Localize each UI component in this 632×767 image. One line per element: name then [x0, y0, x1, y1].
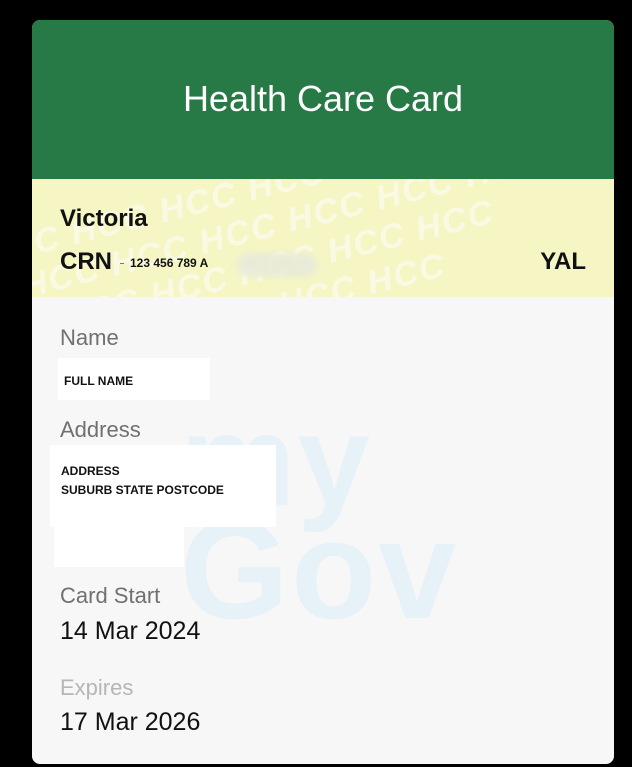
crn-band: HCC HCC HCC HCC HCC HCC HCC HCC HCC HCC … — [32, 179, 614, 297]
card-header: Health Care Card — [32, 20, 614, 179]
state-name: Victoria — [60, 205, 148, 232]
card-code: YAL — [540, 248, 586, 275]
hcc-watermark-pattern: HCC HCC HCC HCC HCC HCC HCC HCC HCC HCC … — [32, 179, 614, 297]
name-label: Name — [60, 325, 119, 350]
crn-label: CRN — [60, 248, 112, 275]
crn-value: 123 456 789 A — [130, 256, 209, 270]
redaction-smudge — [237, 253, 317, 277]
hcc-watermark-row: HCC HCC HCC HCC HCC HCC HCC — [32, 192, 499, 297]
card-start-value: 14 Mar 2024 — [60, 617, 201, 645]
hcc-watermark-row: HCC HCC HCC HCC HCC HCC HCC — [32, 184, 614, 297]
name-value: FULL NAME — [64, 374, 134, 388]
address-label: Address — [60, 417, 141, 442]
address-line-1: ADDRESS — [61, 464, 120, 478]
address-line-2: SUBURB STATE POSTCODE — [61, 483, 224, 497]
address-redaction-box-lower — [54, 527, 184, 567]
expires-value: 17 Mar 2026 — [60, 708, 201, 736]
card-title: Health Care Card — [182, 77, 464, 119]
expires-label: Expires — [60, 675, 134, 700]
health-care-card: Health Care Card HCC HCC HCC HCC HCC HCC… — [32, 20, 614, 764]
card-start-label: Card Start — [60, 583, 161, 608]
crn-separator — [120, 263, 124, 264]
hcc-watermark-row: HCC HCC HCC HCC HCC HCC HCC — [32, 179, 547, 297]
